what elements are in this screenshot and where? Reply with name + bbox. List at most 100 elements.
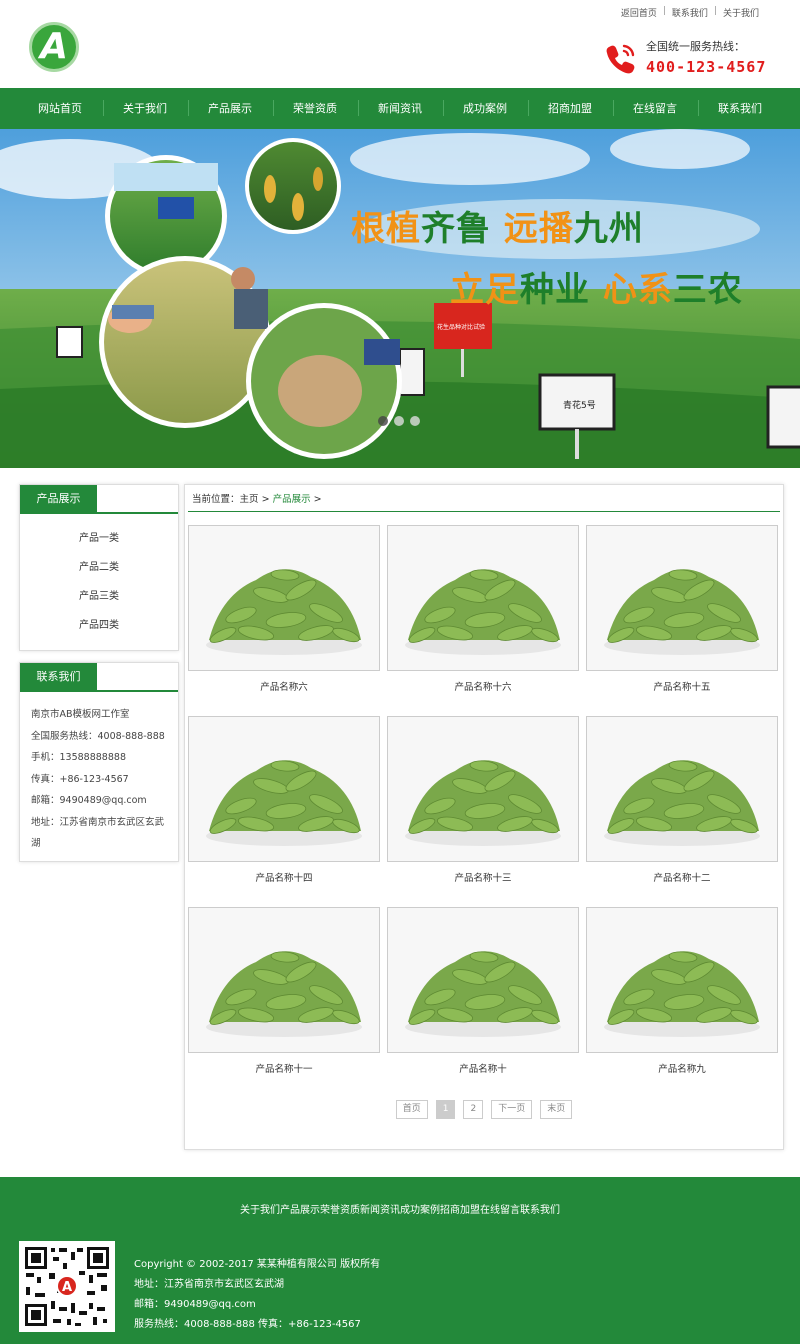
product-category-box: 产品展示 产品一类 产品二类 产品三类 产品四类	[19, 484, 179, 651]
pagination: 首页 1 2 下一页 末页	[185, 1100, 783, 1119]
product-name[interactable]: 产品名称六	[188, 679, 380, 693]
carousel-dot-2[interactable]	[394, 416, 404, 426]
nav-item-home[interactable]: 网站首页	[18, 88, 102, 129]
product-name[interactable]: 产品名称十二	[586, 870, 778, 884]
slogan-word: 九州	[573, 209, 644, 249]
product-card[interactable]: 产品名称六	[188, 525, 380, 693]
slogan-word: 齐鲁	[421, 209, 491, 249]
product-card[interactable]: 产品名称十二	[586, 716, 778, 884]
top-links: 返回首页 | 联系我们 | 关于我们	[621, 6, 759, 19]
contact-address: 地址：江苏省南京市玄武区玄武湖	[31, 816, 165, 850]
product-name[interactable]: 产品名称十四	[188, 870, 380, 884]
nav-item-about[interactable]: 关于我们	[103, 88, 187, 129]
footer-link-franchise[interactable]: 招商加盟	[440, 1201, 480, 1216]
product-name[interactable]: 产品名称十	[387, 1061, 579, 1075]
product-image[interactable]	[188, 907, 380, 1053]
banner-slogan-line2: 立足种业 心系三农	[450, 262, 743, 311]
footer-link-honors[interactable]: 荣誉资质	[320, 1201, 360, 1216]
product-image[interactable]	[188, 525, 380, 671]
top-link-home[interactable]: 返回首页	[621, 6, 657, 19]
category-item-3[interactable]: 产品三类	[20, 582, 178, 611]
category-item-1[interactable]: 产品一类	[20, 524, 178, 553]
product-name[interactable]: 产品名称九	[586, 1061, 778, 1075]
page-1[interactable]: 1	[435, 1100, 456, 1119]
footer-link-products[interactable]: 产品展示	[280, 1201, 320, 1216]
hotline-number: 400-123-4567	[646, 58, 767, 76]
breadcrumb-current[interactable]: 产品展示	[273, 494, 311, 505]
top-link-contact[interactable]: 联系我们	[672, 6, 708, 19]
footer-link-contact[interactable]: 联系我们	[520, 1201, 560, 1216]
footer-phone: 服务热线：4008-888-888 传真：+86-123-4567	[134, 1319, 361, 1330]
contact-box: 联系我们 南京市AB模板网工作室 全国服务热线：4008-888-888 手机：…	[19, 662, 179, 862]
contact-company: 南京市AB模板网工作室	[31, 709, 130, 720]
category-item-4[interactable]: 产品四类	[20, 611, 178, 640]
field-sign-text: 青花5号	[563, 399, 596, 411]
product-category-title: 产品展示	[20, 485, 97, 513]
carousel-dot-3[interactable]	[410, 416, 420, 426]
product-image[interactable]	[586, 716, 778, 862]
page-next[interactable]: 下一页	[491, 1100, 533, 1119]
trial-sign-text: 花生品种对比试验	[437, 323, 485, 331]
nav-item-news[interactable]: 新闻资讯	[358, 88, 442, 129]
carousel-dots	[378, 416, 420, 426]
site-footer: 关于我们 产品展示 荣誉资质 新闻资讯 成功案例 招商加盟 在线留言 联系我们	[0, 1177, 800, 1344]
breadcrumb-separator: >	[313, 494, 322, 505]
product-card[interactable]: 产品名称十一	[188, 907, 380, 1075]
hero-banner[interactable]: 青花5号 花生品种对比试验 根植齐鲁 远播九州 立足种业 心系三农	[0, 129, 800, 468]
product-name[interactable]: 产品名称十六	[387, 679, 579, 693]
phone-icon	[606, 44, 635, 74]
product-card[interactable]: 产品名称十三	[387, 716, 579, 884]
product-list-panel: 当前位置：主页 > 产品展示 > 产品名称六 产品名称十六 产品名称十五 产品名…	[184, 484, 784, 1150]
footer-link-cases[interactable]: 成功案例	[400, 1201, 440, 1216]
product-card[interactable]: 产品名称十	[387, 907, 579, 1075]
slogan-word: 种业	[520, 270, 590, 310]
contact-header: 联系我们	[20, 663, 178, 692]
carousel-dot-1[interactable]	[378, 416, 388, 426]
product-image[interactable]	[586, 525, 778, 671]
hotline-label: 全国统一服务热线：	[646, 40, 745, 53]
qr-logo-letter: A	[62, 1280, 72, 1295]
nav-item-honors[interactable]: 荣誉资质	[273, 88, 357, 129]
footer-email: 邮箱：9490489@qq.com	[134, 1299, 256, 1310]
separator: |	[713, 6, 717, 16]
category-item-2[interactable]: 产品二类	[20, 553, 178, 582]
nav-item-cases[interactable]: 成功案例	[443, 88, 527, 129]
product-card[interactable]: 产品名称十四	[188, 716, 380, 884]
slogan-word: 立足	[450, 270, 520, 310]
footer-link-message[interactable]: 在线留言	[480, 1201, 520, 1216]
main-nav: 网站首页 关于我们 产品展示 荣誉资质 新闻资讯 成功案例 招商加盟 在线留言 …	[0, 88, 800, 129]
page-2[interactable]: 2	[463, 1100, 484, 1119]
nav-item-contact[interactable]: 联系我们	[698, 88, 782, 129]
category-list: 产品一类 产品二类 产品三类 产品四类	[20, 514, 178, 644]
footer-link-about[interactable]: 关于我们	[240, 1201, 280, 1216]
product-card[interactable]: 产品名称十五	[586, 525, 778, 693]
product-card[interactable]: 产品名称九	[586, 907, 778, 1075]
product-image[interactable]	[387, 716, 579, 862]
product-image[interactable]	[188, 716, 380, 862]
nav-item-products[interactable]: 产品展示	[188, 88, 272, 129]
slogan-word: 心系	[602, 270, 673, 310]
hotline: 全国统一服务热线： 400-123-4567	[603, 38, 773, 78]
page-first[interactable]: 首页	[395, 1100, 428, 1119]
banner-slogan-line1: 根植齐鲁 远播九州	[351, 201, 644, 250]
product-name[interactable]: 产品名称十五	[586, 679, 778, 693]
footer-link-news[interactable]: 新闻资讯	[360, 1201, 400, 1216]
footer-info: Copyright © 2002-2017 某某种植有限公司 版权所有 地址：江…	[134, 1255, 380, 1335]
product-name[interactable]: 产品名称十三	[387, 870, 579, 884]
contact-info: 南京市AB模板网工作室 全国服务热线：4008-888-888 手机：13588…	[20, 692, 178, 863]
product-card[interactable]: 产品名称十六	[387, 525, 579, 693]
contact-hotline: 全国服务热线：4008-888-888	[31, 730, 165, 742]
product-image[interactable]	[586, 907, 778, 1053]
site-logo[interactable]: A	[29, 22, 79, 72]
nav-item-franchise[interactable]: 招商加盟	[528, 88, 612, 129]
nav-item-message[interactable]: 在线留言	[613, 88, 697, 129]
breadcrumb-home[interactable]: 主页	[240, 494, 259, 505]
product-image[interactable]	[387, 525, 579, 671]
product-image[interactable]	[387, 907, 579, 1053]
footer-address: 地址：江苏省南京市玄武区玄武湖	[134, 1279, 284, 1290]
page-last[interactable]: 末页	[540, 1100, 573, 1119]
top-link-about[interactable]: 关于我们	[723, 6, 759, 19]
product-name[interactable]: 产品名称十一	[188, 1061, 380, 1075]
qr-code: A	[19, 1241, 115, 1332]
slogan-word: 三农	[672, 270, 743, 310]
